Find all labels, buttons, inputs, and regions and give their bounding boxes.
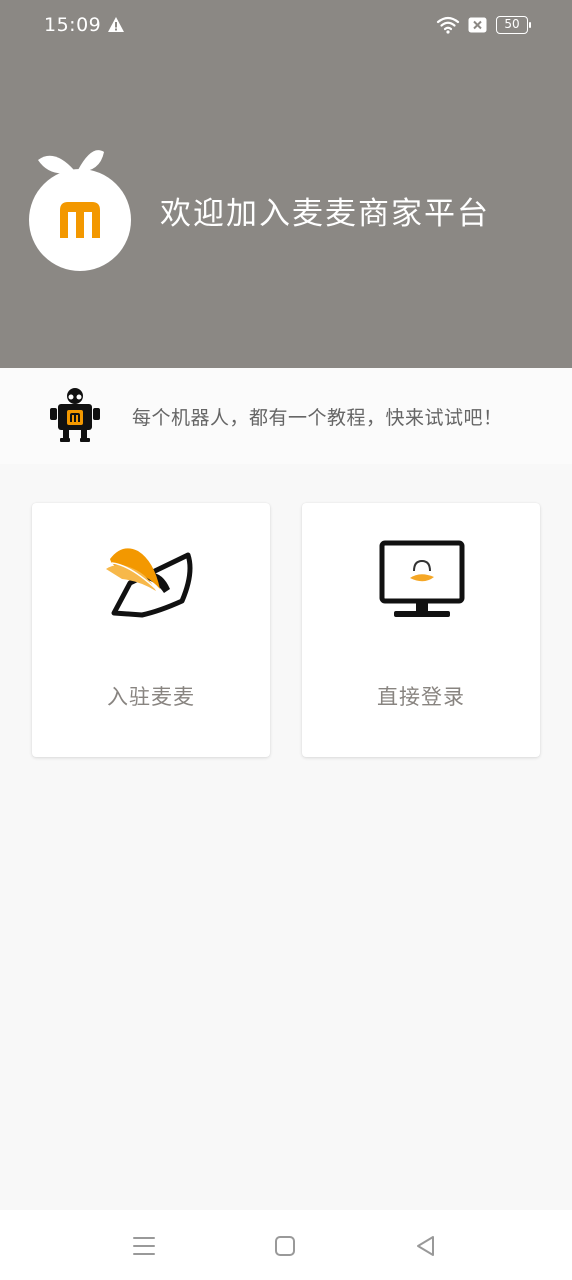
register-card[interactable]: 入驻麦麦	[32, 503, 270, 757]
maimai-logo-icon	[29, 150, 131, 271]
register-pen-icon	[106, 548, 193, 618]
warning-icon	[108, 17, 124, 32]
login-card[interactable]: 直接登录	[302, 503, 540, 757]
sim-x-icon	[468, 17, 487, 33]
back-icon[interactable]	[412, 1232, 440, 1260]
tutorial-text: 每个机器人，都有一个教程，快来试试吧！	[132, 407, 503, 429]
status-time: 15:09	[44, 14, 102, 36]
system-nav-bar	[0, 1210, 572, 1280]
register-label: 入驻麦麦	[107, 685, 195, 709]
welcome-title: 欢迎加入麦麦商家平台	[160, 196, 490, 232]
login-label: 直接登录	[377, 685, 465, 709]
status-bar: 15:09 50	[0, 0, 572, 52]
home-icon[interactable]	[271, 1232, 299, 1260]
menu-icon[interactable]	[130, 1232, 158, 1260]
tutorial-banner[interactable]: 每个机器人，都有一个教程，快来试试吧！	[0, 368, 572, 464]
monitor-login-icon	[379, 540, 465, 617]
robot-icon	[50, 388, 100, 442]
header: 15:09 50 欢迎加入麦麦商家平台	[0, 0, 572, 368]
battery-icon: 50	[496, 16, 531, 34]
wifi-icon	[436, 16, 460, 34]
